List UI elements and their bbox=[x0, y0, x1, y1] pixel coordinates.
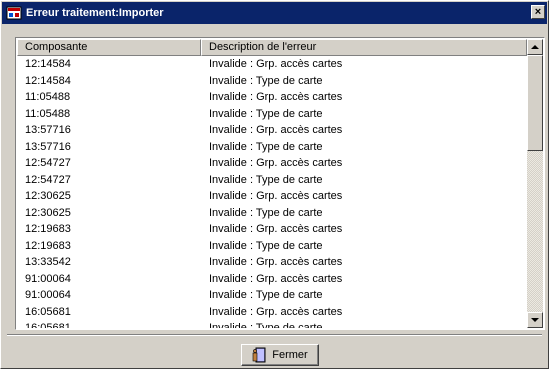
description-cell: Invalide : Type de carte bbox=[209, 140, 323, 153]
table-row[interactable]: 13:33542 Invalide : Grp. accès cartes bbox=[17, 254, 527, 271]
arrow-down-icon bbox=[531, 318, 539, 322]
composante-cell: 16:05681 bbox=[25, 305, 71, 318]
description-cell: Invalide : Grp. accès cartes bbox=[209, 124, 343, 136]
description-cell: Invalide : Grp. accès cartes bbox=[209, 157, 343, 169]
table-row[interactable]: 11:05488 Invalide : Grp. accès cartes bbox=[17, 89, 527, 106]
description-cell: Invalide : Type de carte bbox=[209, 289, 323, 301]
table-row[interactable]: 91:00064 Invalide : Grp. accès cartes bbox=[17, 271, 527, 288]
composante-cell: 12:14584 bbox=[25, 58, 71, 70]
title-bar[interactable]: Erreur traitement:Importer × bbox=[2, 2, 547, 24]
error-dialog-window: Erreur traitement:Importer × Composante … bbox=[0, 0, 549, 369]
composante-cell: 12:30625 bbox=[25, 206, 71, 219]
description-cell: Invalide : Grp. accès cartes bbox=[209, 190, 343, 202]
footer-divider bbox=[7, 334, 542, 336]
close-icon: × bbox=[534, 5, 542, 18]
description-cell: Invalide : Grp. accès cartes bbox=[209, 58, 343, 70]
description-cell: Invalide : Grp. accès cartes bbox=[209, 91, 343, 103]
composante-cell: 13:57716 bbox=[25, 140, 71, 153]
door-icon bbox=[252, 347, 268, 363]
arrow-up-icon bbox=[531, 45, 539, 49]
composante-cell: 12:54727 bbox=[25, 157, 71, 169]
app-icon bbox=[6, 5, 22, 21]
composante-cell: 12:30625 bbox=[25, 190, 71, 202]
fermer-button-label: Fermer bbox=[272, 349, 308, 361]
table-row[interactable]: 13:57716 Invalide : Type de carte bbox=[17, 139, 527, 156]
scroll-up-button[interactable] bbox=[527, 39, 543, 55]
table-row[interactable]: 12:54727 Invalide : Type de carte bbox=[17, 172, 527, 189]
description-cell: Invalide : Type de carte bbox=[209, 322, 323, 328]
table-row[interactable]: 12:19683 Invalide : Grp. accès cartes bbox=[17, 221, 527, 238]
composante-cell: 91:00064 bbox=[25, 289, 71, 301]
list-header: Composante Description de l'erreur bbox=[17, 39, 527, 56]
description-cell: Invalide : Type de carte bbox=[209, 206, 323, 219]
description-cell: Invalide : Grp. accès cartes bbox=[209, 272, 343, 285]
composante-cell: 12:14584 bbox=[25, 74, 71, 87]
table-row[interactable]: 12:14584 Invalide : Grp. accès cartes bbox=[17, 56, 527, 73]
composante-cell: 12:54727 bbox=[25, 173, 71, 186]
table-row[interactable]: 16:05681 Invalide : Type de carte bbox=[17, 320, 527, 328]
scroll-thumb[interactable] bbox=[527, 55, 543, 151]
table-row[interactable]: 12:54727 Invalide : Grp. accès cartes bbox=[17, 155, 527, 172]
table-row[interactable]: 12:14584 Invalide : Type de carte bbox=[17, 73, 527, 90]
table-row[interactable]: 12:30625 Invalide : Grp. accès cartes bbox=[17, 188, 527, 205]
scroll-down-button[interactable] bbox=[527, 312, 543, 328]
fermer-button[interactable]: Fermer bbox=[241, 344, 319, 366]
list-body: 12:14584 Invalide : Grp. accès cartes 12:1… bbox=[17, 56, 527, 328]
composante-cell: 13:57716 bbox=[25, 124, 71, 136]
table-row[interactable]: 91:00064 Invalide : Type de carte bbox=[17, 287, 527, 304]
composante-cell: 13:33542 bbox=[25, 256, 71, 268]
composante-cell: 12:19683 bbox=[25, 223, 71, 235]
description-cell: Invalide : Type de carte bbox=[209, 239, 323, 252]
description-cell: Invalide : Grp. accès cartes bbox=[209, 256, 343, 268]
close-button[interactable]: × bbox=[531, 5, 545, 19]
column-header-composante[interactable]: Composante bbox=[17, 39, 201, 56]
description-cell: Invalide : Type de carte bbox=[209, 74, 323, 87]
description-cell: Invalide : Type de carte bbox=[209, 173, 323, 186]
composante-cell: 91:00064 bbox=[25, 272, 71, 285]
composante-cell: 12:19683 bbox=[25, 239, 71, 252]
composante-cell: 11:05488 bbox=[25, 91, 71, 103]
table-row[interactable]: 11:05488 Invalide : Type de carte bbox=[17, 106, 527, 123]
composante-cell: 11:05488 bbox=[25, 107, 71, 120]
description-cell: Invalide : Grp. accès cartes bbox=[209, 223, 343, 235]
table-row[interactable]: 12:19683 Invalide : Type de carte bbox=[17, 238, 527, 255]
error-list[interactable]: Composante Description de l'erreur 12:14… bbox=[15, 37, 545, 330]
column-header-description[interactable]: Description de l'erreur bbox=[201, 39, 527, 56]
vertical-scrollbar[interactable] bbox=[527, 39, 543, 328]
window-title: Erreur traitement:Importer bbox=[26, 7, 164, 19]
description-cell: Invalide : Type de carte bbox=[209, 107, 323, 120]
table-row[interactable]: 13:57716 Invalide : Grp. accès cartes bbox=[17, 122, 527, 139]
composante-cell: 16:05681 bbox=[25, 322, 71, 328]
table-row[interactable]: 12:30625 Invalide : Type de carte bbox=[17, 205, 527, 222]
table-row[interactable]: 16:05681 Invalide : Grp. accès cartes bbox=[17, 304, 527, 321]
description-cell: Invalide : Grp. accès cartes bbox=[209, 305, 343, 318]
